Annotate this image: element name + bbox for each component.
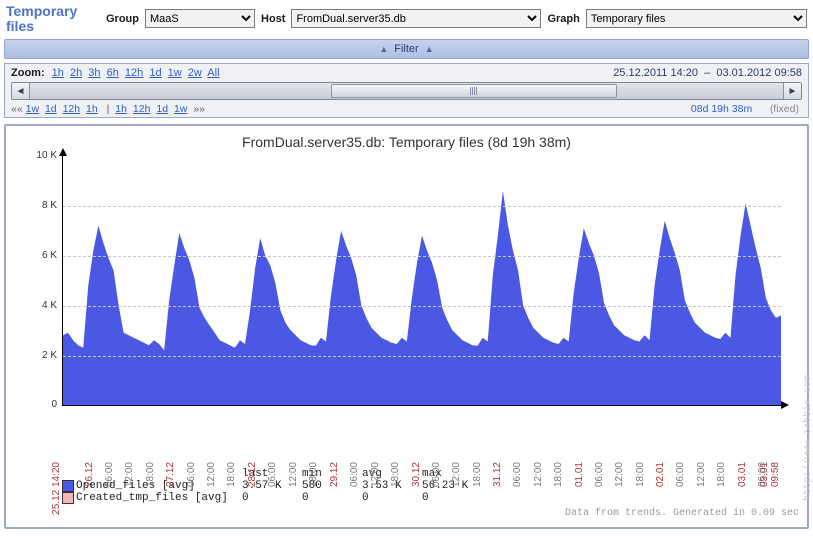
shift-link[interactable]: 12h [63,103,81,115]
group-select[interactable]: MaaS [145,9,255,28]
x-tick: 01.01 [574,462,585,487]
x-tick: 12:00 [451,462,462,487]
x-tick: 12:00 [696,462,707,487]
x-tick: 18:00 [472,462,483,487]
x-tick: 02.01 [655,462,666,487]
legend-row: Created_tmp_files [avg]0000 [62,492,799,504]
scroll-right-icon[interactable]: ► [783,83,801,99]
shift-link[interactable]: 12h [133,103,151,115]
time-scrollbar[interactable]: ◄ ► [11,82,802,100]
x-tick: 18:00 [308,462,319,487]
x-tick: 18:00 [226,462,237,487]
x-tick: 12:00 [124,462,135,487]
shift-link[interactable]: 1h [86,103,98,115]
x-tick: 03.01 09:58 [759,462,781,487]
x-tick: 06:00 [594,462,605,487]
shift-left-links: «« 1w 1d 12h 1h | 1h 12h 1d 1w »» [11,103,205,115]
filter-label: Filter [394,43,418,55]
watermark: http://www.zabbix.com [803,375,813,501]
x-tick: 18:00 [145,462,156,487]
x-tick: 12:00 [533,462,544,487]
y-tick: 6 K [42,250,57,261]
y-tick: 4 K [42,300,57,311]
x-tick: 12:00 [614,462,625,487]
graph-label: Graph [547,13,579,25]
range-end: 03.01.2012 09:58 [716,67,802,79]
chevron-up-icon: ▲ [379,44,388,54]
x-tick: 30.12 [411,462,422,487]
x-tick: 03.01 [737,462,748,487]
y-tick: 0 [51,399,57,410]
x-tick: 06:00 [104,462,115,487]
x-tick: 18:00 [716,462,727,487]
x-tick: 18:00 [390,462,401,487]
shift-link[interactable]: 1w [174,103,187,115]
x-tick: 12:00 [206,462,217,487]
x-tick: 26.12 [84,462,95,487]
x-tick: 27.12 [165,462,176,487]
zoom-link[interactable]: All [207,67,219,79]
x-tick: 06:00 [512,462,523,487]
chart-panel: FromDual.server35.db: Temporary files (8… [4,124,809,529]
shift-link[interactable]: 1h [115,103,127,115]
group-label: Group [106,13,139,25]
chart-plot: 02 K4 K6 K8 K10 K [62,156,781,406]
host-select[interactable]: FromDual.server35.db [291,9,541,28]
shift-link[interactable]: 1w [26,103,39,115]
footer-note: Data from trends. Generated in 0.09 sec [14,508,799,519]
y-tick: 8 K [42,200,57,211]
chevron-up-icon: ▲ [425,44,434,54]
x-tick: 06:00 [675,462,686,487]
legend-swatch [62,492,74,504]
x-tick: 06:00 [267,462,278,487]
range-start: 25.12.2011 14:20 [613,67,698,79]
x-tick: 12:00 [370,462,381,487]
y-tick: 2 K [42,350,57,361]
x-tick: 06:00 [186,462,197,487]
x-tick: 28.12 [247,462,258,487]
x-tick: 06:00 [431,462,442,487]
legend-swatch [62,480,74,492]
x-tick: 06:00 [349,462,360,487]
x-tick: 25.12 14:20 [51,462,62,515]
time-selector: Zoom: 1h 2h 3h 6h 12h 1d 1w 2w All 25.12… [4,63,809,118]
x-tick: 18:00 [635,462,646,487]
zoom-link[interactable]: 1d [149,67,161,79]
scroll-thumb[interactable] [331,84,617,98]
filter-bar[interactable]: ▲ Filter ▲ [4,39,809,59]
graph-select[interactable]: Temporary files [586,9,807,28]
zoom-link[interactable]: 12h [125,67,143,79]
zoom-label: Zoom: [11,67,45,79]
chart-title: FromDual.server35.db: Temporary files (8… [14,134,799,150]
host-label: Host [261,13,285,25]
x-tick: 29.12 [329,462,340,487]
zoom-link[interactable]: 3h [88,67,100,79]
zoom-link[interactable]: 6h [107,67,119,79]
fixed-label: (fixed) [770,103,799,115]
span-label: 08d 19h 38m [691,103,752,115]
page-title: Temporaryfiles [6,4,100,33]
y-tick: 10 K [36,150,57,161]
zoom-links: Zoom: 1h 2h 3h 6h 12h 1d 1w 2w All [11,67,223,79]
x-tick: 31.12 [492,462,503,487]
x-tick: 12:00 [288,462,299,487]
x-tick: 18:00 [553,462,564,487]
scroll-left-icon[interactable]: ◄ [12,83,30,99]
zoom-link[interactable]: 1w [168,67,182,79]
shift-link[interactable]: 1d [156,103,168,115]
shift-link[interactable]: 1d [45,103,57,115]
zoom-link[interactable]: 2h [70,67,82,79]
zoom-link[interactable]: 2w [188,67,202,79]
zoom-link[interactable]: 1h [52,67,64,79]
